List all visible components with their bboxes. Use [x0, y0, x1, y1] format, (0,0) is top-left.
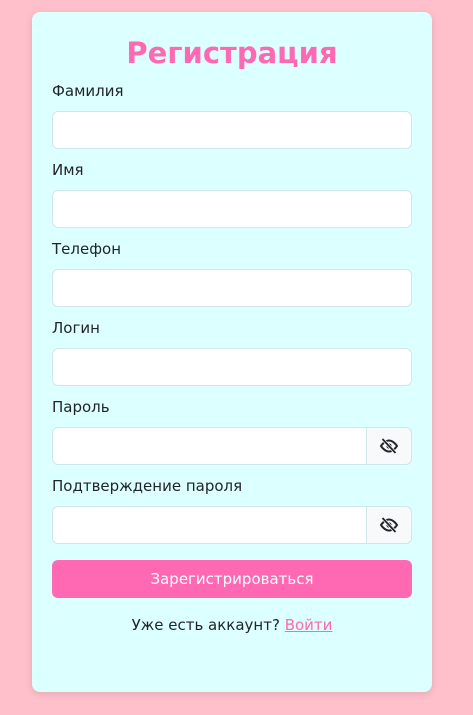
login-link[interactable]: Войти [285, 616, 333, 634]
password-field-group: Пароль [52, 396, 412, 465]
password-toggle-button[interactable] [367, 427, 412, 465]
password-input[interactable] [52, 427, 367, 465]
last-name-label: Фамилия [52, 82, 124, 100]
login-input[interactable] [52, 348, 412, 386]
password-confirm-toggle-button[interactable] [367, 506, 412, 544]
last-name-field-group: Фамилия [52, 80, 412, 149]
password-confirm-label: Подтверждение пароля [52, 477, 243, 495]
login-prompt: Уже есть аккаунт? Войти [52, 616, 412, 634]
phone-input[interactable] [52, 269, 412, 307]
eye-slash-icon [379, 438, 399, 454]
page-title: Регистрация [126, 36, 338, 70]
register-button[interactable]: Зарегистрироваться [52, 560, 412, 598]
password-confirm-input-group [52, 506, 412, 544]
login-prompt-text: Уже есть аккаунт? [131, 616, 280, 634]
first-name-label: Имя [52, 161, 84, 179]
password-input-group [52, 427, 412, 465]
first-name-input[interactable] [52, 190, 412, 228]
password-label: Пароль [52, 398, 110, 416]
last-name-input[interactable] [52, 111, 412, 149]
password-confirm-field-group: Подтверждение пароля [52, 475, 412, 544]
eye-slash-icon [379, 517, 399, 533]
phone-label: Телефон [52, 240, 122, 258]
phone-field-group: Телефон [52, 238, 412, 307]
password-confirm-input[interactable] [52, 506, 367, 544]
registration-card: Регистрация Фамилия Имя Телефон Логин Па… [32, 12, 432, 692]
login-label: Логин [52, 319, 100, 337]
login-field-group: Логин [52, 317, 412, 386]
first-name-field-group: Имя [52, 159, 412, 228]
